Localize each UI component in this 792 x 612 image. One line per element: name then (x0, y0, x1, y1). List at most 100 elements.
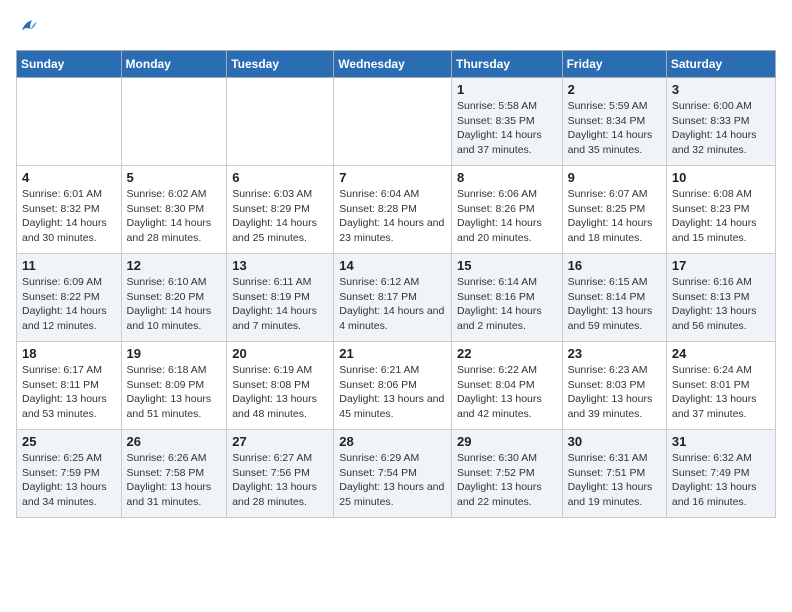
header-sunday: Sunday (17, 51, 122, 78)
header-tuesday: Tuesday (227, 51, 334, 78)
day-cell: 2 Sunrise: 5:59 AM Sunset: 8:34 PM Daylig… (562, 78, 666, 166)
day-cell (17, 78, 122, 166)
day-cell: 19 Sunrise: 6:18 AM Sunset: 8:09 PM Dayli… (121, 342, 227, 430)
day-cell: 11 Sunrise: 6:09 AM Sunset: 8:22 PM Dayli… (17, 254, 122, 342)
day-info: Sunrise: 6:29 AM Sunset: 7:54 PM Dayligh… (339, 451, 446, 510)
header-monday: Monday (121, 51, 227, 78)
day-number: 19 (127, 346, 222, 361)
day-info: Sunrise: 6:07 AM Sunset: 8:25 PM Dayligh… (568, 187, 661, 246)
day-cell (227, 78, 334, 166)
day-number: 18 (22, 346, 116, 361)
day-cell: 7 Sunrise: 6:04 AM Sunset: 8:28 PM Daylig… (334, 166, 452, 254)
day-cell: 20 Sunrise: 6:19 AM Sunset: 8:08 PM Dayli… (227, 342, 334, 430)
week-row-1: 1 Sunrise: 5:58 AM Sunset: 8:35 PM Daylig… (17, 78, 776, 166)
day-number: 31 (672, 434, 770, 449)
page-header (16, 16, 776, 38)
day-cell: 21 Sunrise: 6:21 AM Sunset: 8:06 PM Dayli… (334, 342, 452, 430)
day-info: Sunrise: 6:15 AM Sunset: 8:14 PM Dayligh… (568, 275, 661, 334)
day-number: 8 (457, 170, 557, 185)
day-cell: 17 Sunrise: 6:16 AM Sunset: 8:13 PM Dayli… (666, 254, 775, 342)
day-number: 2 (568, 82, 661, 97)
day-info: Sunrise: 6:09 AM Sunset: 8:22 PM Dayligh… (22, 275, 116, 334)
day-cell: 29 Sunrise: 6:30 AM Sunset: 7:52 PM Dayli… (451, 430, 562, 518)
day-number: 26 (127, 434, 222, 449)
day-cell: 16 Sunrise: 6:15 AM Sunset: 8:14 PM Dayli… (562, 254, 666, 342)
day-info: Sunrise: 6:03 AM Sunset: 8:29 PM Dayligh… (232, 187, 328, 246)
day-cell: 3 Sunrise: 6:00 AM Sunset: 8:33 PM Daylig… (666, 78, 775, 166)
logo-bird-icon (16, 16, 38, 38)
header-friday: Friday (562, 51, 666, 78)
day-cell: 6 Sunrise: 6:03 AM Sunset: 8:29 PM Daylig… (227, 166, 334, 254)
header-wednesday: Wednesday (334, 51, 452, 78)
day-number: 29 (457, 434, 557, 449)
day-number: 11 (22, 258, 116, 273)
day-number: 25 (22, 434, 116, 449)
week-row-4: 18 Sunrise: 6:17 AM Sunset: 8:11 PM Dayli… (17, 342, 776, 430)
day-info: Sunrise: 6:00 AM Sunset: 8:33 PM Dayligh… (672, 99, 770, 158)
day-cell: 24 Sunrise: 6:24 AM Sunset: 8:01 PM Dayli… (666, 342, 775, 430)
day-number: 13 (232, 258, 328, 273)
day-info: Sunrise: 5:59 AM Sunset: 8:34 PM Dayligh… (568, 99, 661, 158)
day-info: Sunrise: 6:04 AM Sunset: 8:28 PM Dayligh… (339, 187, 446, 246)
day-info: Sunrise: 6:02 AM Sunset: 8:30 PM Dayligh… (127, 187, 222, 246)
day-number: 7 (339, 170, 446, 185)
day-cell: 22Sunrise: 6:22 AM Sunset: 8:04 PM Dayli… (451, 342, 562, 430)
day-number: 5 (127, 170, 222, 185)
day-info: Sunrise: 6:19 AM Sunset: 8:08 PM Dayligh… (232, 363, 328, 422)
day-info: Sunrise: 6:01 AM Sunset: 8:32 PM Dayligh… (22, 187, 116, 246)
day-cell: 25 Sunrise: 6:25 AM Sunset: 7:59 PM Dayli… (17, 430, 122, 518)
week-row-5: 25 Sunrise: 6:25 AM Sunset: 7:59 PM Dayli… (17, 430, 776, 518)
day-cell: 10Sunrise: 6:08 AM Sunset: 8:23 PM Dayli… (666, 166, 775, 254)
day-info: Sunrise: 6:10 AM Sunset: 8:20 PM Dayligh… (127, 275, 222, 334)
day-number: 22 (457, 346, 557, 361)
day-number: 20 (232, 346, 328, 361)
day-info: Sunrise: 6:26 AM Sunset: 7:58 PM Dayligh… (127, 451, 222, 510)
day-info: Sunrise: 6:23 AM Sunset: 8:03 PM Dayligh… (568, 363, 661, 422)
header-saturday: Saturday (666, 51, 775, 78)
day-info: Sunrise: 6:32 AM Sunset: 7:49 PM Dayligh… (672, 451, 770, 510)
day-cell: 12Sunrise: 6:10 AM Sunset: 8:20 PM Dayli… (121, 254, 227, 342)
day-number: 23 (568, 346, 661, 361)
day-info: Sunrise: 6:25 AM Sunset: 7:59 PM Dayligh… (22, 451, 116, 510)
day-number: 30 (568, 434, 661, 449)
day-cell: 8 Sunrise: 6:06 AM Sunset: 8:26 PM Daylig… (451, 166, 562, 254)
day-cell: 14Sunrise: 6:12 AM Sunset: 8:17 PM Dayli… (334, 254, 452, 342)
day-number: 6 (232, 170, 328, 185)
header-thursday: Thursday (451, 51, 562, 78)
day-info: Sunrise: 6:18 AM Sunset: 8:09 PM Dayligh… (127, 363, 222, 422)
day-info: Sunrise: 6:08 AM Sunset: 8:23 PM Dayligh… (672, 187, 770, 246)
day-cell: 5 Sunrise: 6:02 AM Sunset: 8:30 PM Daylig… (121, 166, 227, 254)
day-number: 4 (22, 170, 116, 185)
calendar-header-row: SundayMondayTuesdayWednesdayThursdayFrid… (17, 51, 776, 78)
day-cell: 1 Sunrise: 5:58 AM Sunset: 8:35 PM Daylig… (451, 78, 562, 166)
day-info: Sunrise: 6:11 AM Sunset: 8:19 PM Dayligh… (232, 275, 328, 334)
day-number: 24 (672, 346, 770, 361)
week-row-2: 4 Sunrise: 6:01 AM Sunset: 8:32 PM Daylig… (17, 166, 776, 254)
day-info: Sunrise: 6:14 AM Sunset: 8:16 PM Dayligh… (457, 275, 557, 334)
day-number: 17 (672, 258, 770, 273)
day-info: Sunrise: 5:58 AM Sunset: 8:35 PM Dayligh… (457, 99, 557, 158)
day-cell: 4 Sunrise: 6:01 AM Sunset: 8:32 PM Daylig… (17, 166, 122, 254)
day-number: 16 (568, 258, 661, 273)
day-number: 9 (568, 170, 661, 185)
day-info: Sunrise: 6:24 AM Sunset: 8:01 PM Dayligh… (672, 363, 770, 422)
day-info: Sunrise: 6:17 AM Sunset: 8:11 PM Dayligh… (22, 363, 116, 422)
day-info: Sunrise: 6:30 AM Sunset: 7:52 PM Dayligh… (457, 451, 557, 510)
day-cell: 31 Sunrise: 6:32 AM Sunset: 7:49 PM Dayli… (666, 430, 775, 518)
day-number: 1 (457, 82, 557, 97)
day-cell: 9 Sunrise: 6:07 AM Sunset: 8:25 PM Daylig… (562, 166, 666, 254)
day-cell: 26 Sunrise: 6:26 AM Sunset: 7:58 PM Dayli… (121, 430, 227, 518)
day-cell: 27Sunrise: 6:27 AM Sunset: 7:56 PM Dayli… (227, 430, 334, 518)
day-info: Sunrise: 6:16 AM Sunset: 8:13 PM Dayligh… (672, 275, 770, 334)
day-number: 15 (457, 258, 557, 273)
day-number: 21 (339, 346, 446, 361)
day-number: 3 (672, 82, 770, 97)
day-info: Sunrise: 6:06 AM Sunset: 8:26 PM Dayligh… (457, 187, 557, 246)
day-number: 14 (339, 258, 446, 273)
day-info: Sunrise: 6:21 AM Sunset: 8:06 PM Dayligh… (339, 363, 446, 422)
day-cell: 13 Sunrise: 6:11 AM Sunset: 8:19 PM Dayli… (227, 254, 334, 342)
day-cell (334, 78, 452, 166)
week-row-3: 11 Sunrise: 6:09 AM Sunset: 8:22 PM Dayli… (17, 254, 776, 342)
day-info: Sunrise: 6:27 AM Sunset: 7:56 PM Dayligh… (232, 451, 328, 510)
logo (16, 16, 42, 38)
